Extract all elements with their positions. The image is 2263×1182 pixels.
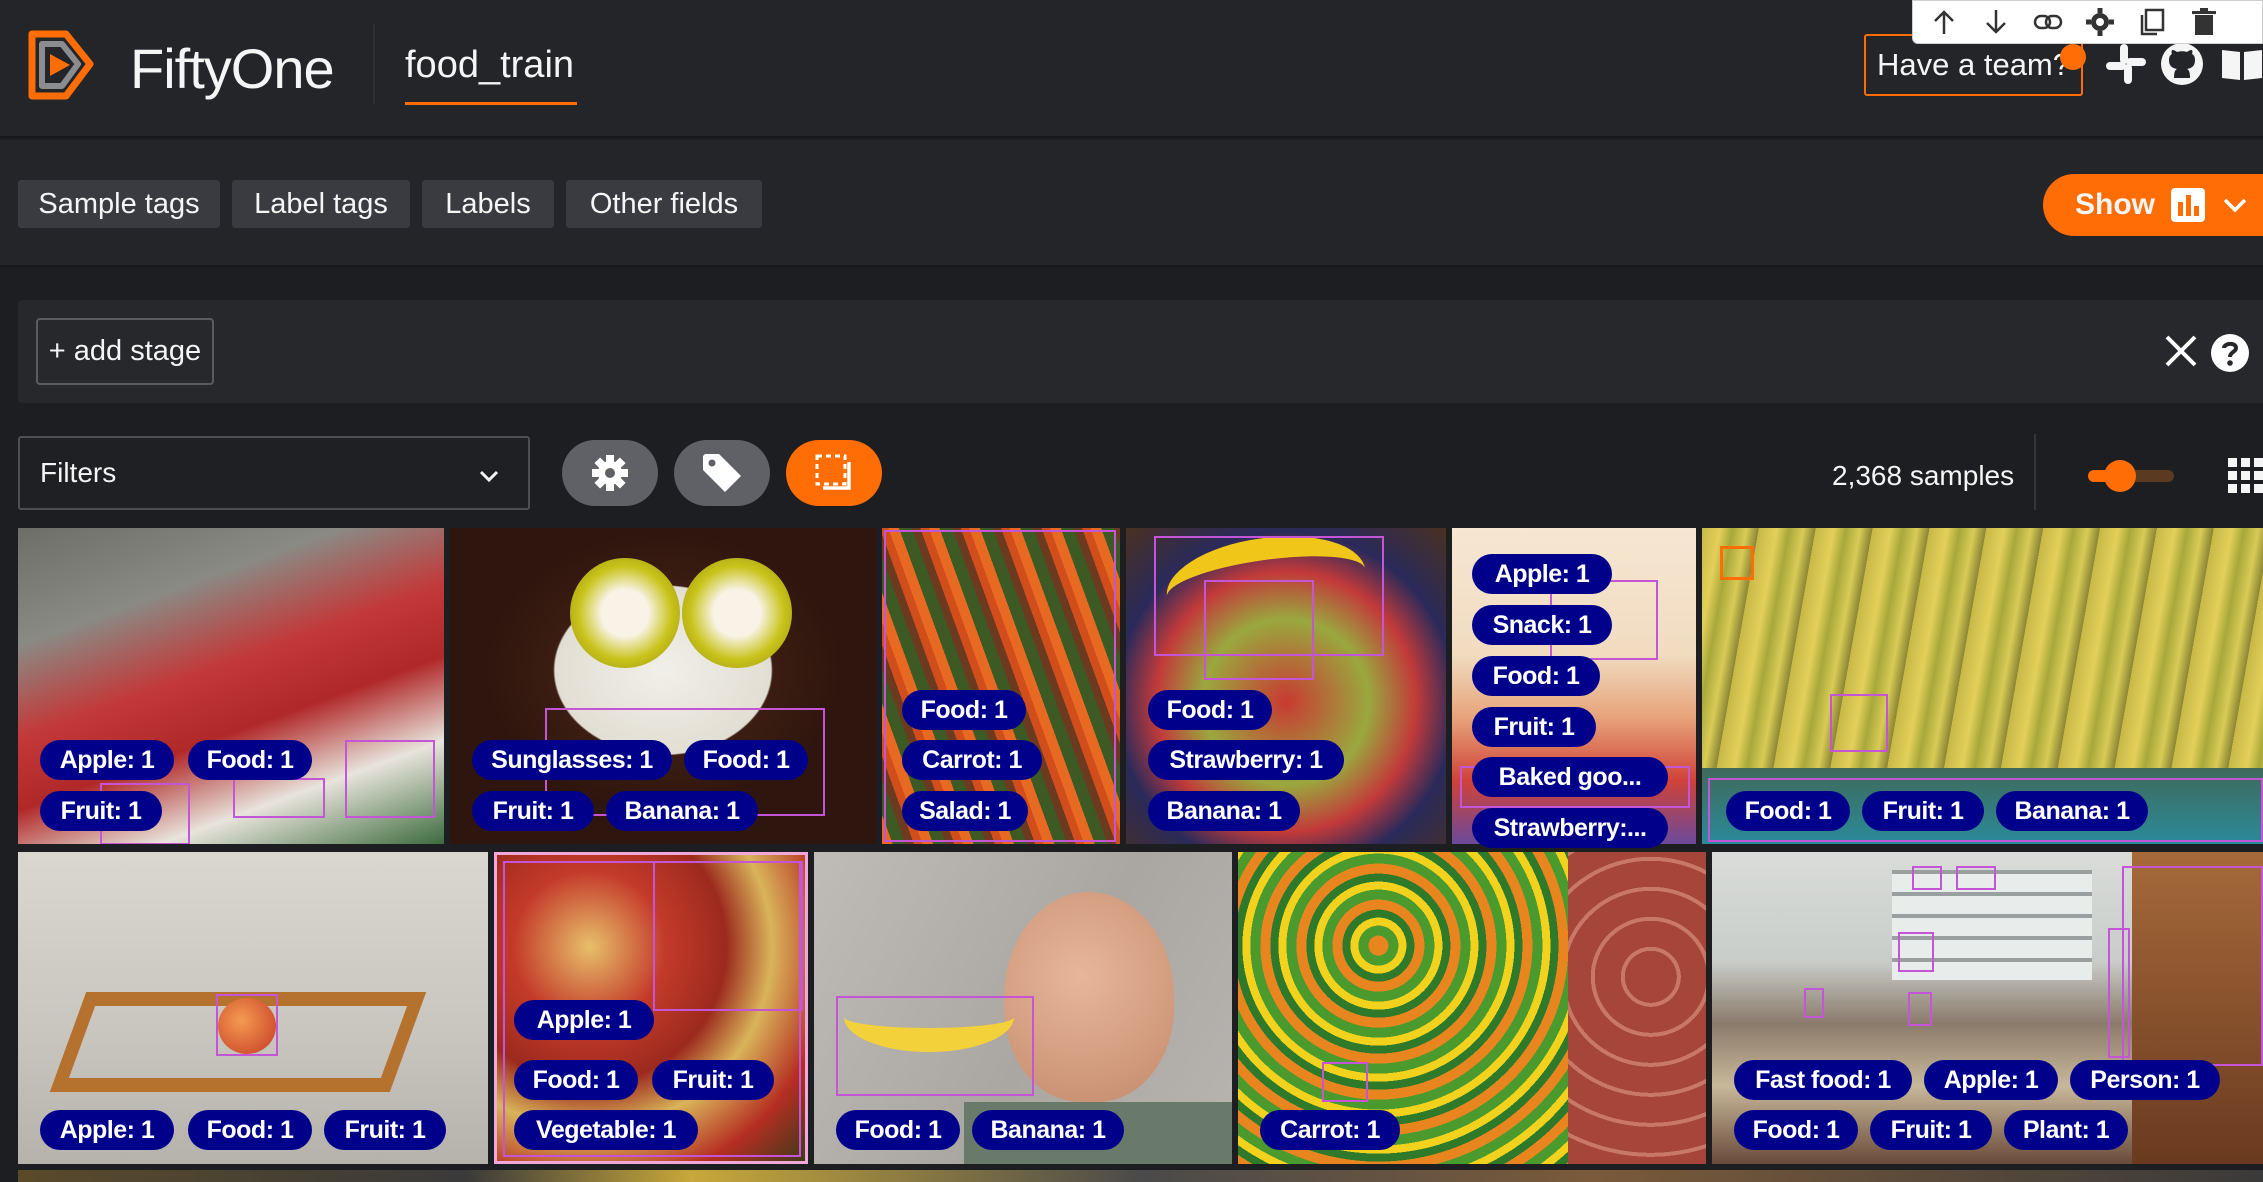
patches-button[interactable] [786,440,882,506]
label-pill: Food: 1 [188,740,312,780]
chevron-down-icon [2223,198,2247,213]
detection-box [1912,866,1942,890]
dragonfruit-half [682,558,792,668]
detection-box [345,740,435,818]
detection-box [1956,866,1996,890]
copy-icon[interactable] [2135,5,2169,39]
label-pill: Strawberry: 1 [1148,740,1344,780]
label-pill: Food: 1 [514,1060,638,1100]
floating-toolbar [1912,0,2263,44]
label-pill: Banana: 1 [1996,791,2148,831]
dataset-tab-underline [405,102,577,105]
github-icon[interactable] [2158,40,2206,88]
label-pill: Food: 1 [1148,690,1272,730]
label-pill: Person: 1 [2070,1060,2220,1100]
label-pill: Carrot: 1 [1260,1110,1400,1150]
detection-box [1804,988,1824,1018]
label-pill: Plant: 1 [2004,1110,2128,1150]
slack-icon[interactable] [2102,40,2150,88]
bar-chart-icon [2171,188,2205,222]
crop-icon [815,454,851,490]
label-pill: Sunglasses: 1 [472,740,672,780]
tab-labels[interactable]: Labels [422,180,554,228]
chevron-down-icon [479,470,499,483]
label-pill: Fruit: 1 [40,791,162,831]
label-pill: Food: 1 [1472,656,1600,696]
dragonfruit-half [570,558,680,668]
label-pill: Food: 1 [1734,1110,1858,1150]
arrow-down-icon[interactable] [1979,5,2013,39]
grid-row-partial [18,1170,2263,1182]
tab-other-fields[interactable]: Other fields [566,180,762,228]
zoom-slider-thumb[interactable] [2104,460,2136,492]
show-button[interactable]: Show [2043,174,2263,236]
detection-box [1322,1062,1368,1102]
link-icon[interactable] [2031,5,2065,39]
filters-dropdown[interactable]: Filters [18,436,530,510]
label-pill: Fruit: 1 [472,791,594,831]
label-pill: Apple: 1 [40,740,174,780]
label-pill: Food: 1 [902,690,1026,730]
arrow-up-icon[interactable] [1927,5,1961,39]
samples-count: 2,368 samples [1832,460,2015,491]
label-pill: Apple: 1 [40,1110,174,1150]
toolbar-divider [2034,434,2036,510]
notification-dot [2060,44,2086,70]
label-pill: Banana: 1 [606,791,758,831]
label-pill: Strawberry:... [1472,808,1668,848]
detection-box [2122,866,2263,1066]
tab-sample-tags[interactable]: Sample tags [18,180,220,228]
label-pill: Fruit: 1 [652,1060,774,1100]
label-pill: Food: 1 [684,740,808,780]
gear-icon [592,455,628,491]
view-bar [18,300,2263,403]
label-pill: Fast food: 1 [1734,1060,1912,1100]
dataset-name[interactable]: food_train [405,44,574,87]
help-icon[interactable] [2210,333,2250,373]
trash-icon[interactable] [2187,5,2221,39]
label-pill: Banana: 1 [1148,791,1300,831]
label-pill: Food: 1 [188,1110,312,1150]
detection-box [1204,580,1314,680]
app-name[interactable]: FiftyOne [130,36,335,101]
filters-label: Filters [40,457,117,488]
show-button-label: Show [2075,188,2155,221]
detection-box [1908,992,1932,1026]
label-pill: Apple: 1 [1472,554,1612,594]
label-pill: Vegetable: 1 [514,1110,698,1150]
close-icon[interactable] [2163,333,2199,369]
detection-box [836,996,1034,1096]
label-pill: Apple: 1 [1924,1060,2058,1100]
label-pill: Food: 1 [836,1110,960,1150]
label-pill: Baked goo... [1472,757,1668,797]
grid-icon[interactable] [2228,458,2263,493]
fiftyone-logo-icon[interactable] [18,24,100,106]
label-pill: Snack: 1 [1472,605,1612,645]
label-pill: Banana: 1 [972,1110,1124,1150]
select-checkbox[interactable] [1720,546,1754,580]
add-stage-button[interactable]: + add stage [36,318,214,385]
label-pill: Fruit: 1 [1870,1110,1992,1150]
detection-box [1830,694,1888,752]
tab-label-tags[interactable]: Label tags [232,180,410,228]
label-pill: Apple: 1 [514,1000,654,1040]
settings-button[interactable] [562,440,658,506]
detection-box [233,778,325,818]
tag-icon [703,454,741,492]
label-pill: Fruit: 1 [324,1110,446,1150]
label-pill: Salad: 1 [902,791,1028,831]
tag-button[interactable] [674,440,770,506]
docs-icon[interactable] [2218,40,2263,88]
label-pill: Fruit: 1 [1472,707,1596,747]
detection-box [1898,932,1934,972]
sausage-slices [1568,852,1706,1164]
label-pill: Fruit: 1 [1862,791,1984,831]
detection-box [216,994,278,1056]
detection-box [653,861,803,1011]
label-pill: Carrot: 1 [902,740,1042,780]
header-divider [373,24,375,104]
gear-icon[interactable] [2083,5,2117,39]
label-pill: Food: 1 [1726,791,1850,831]
